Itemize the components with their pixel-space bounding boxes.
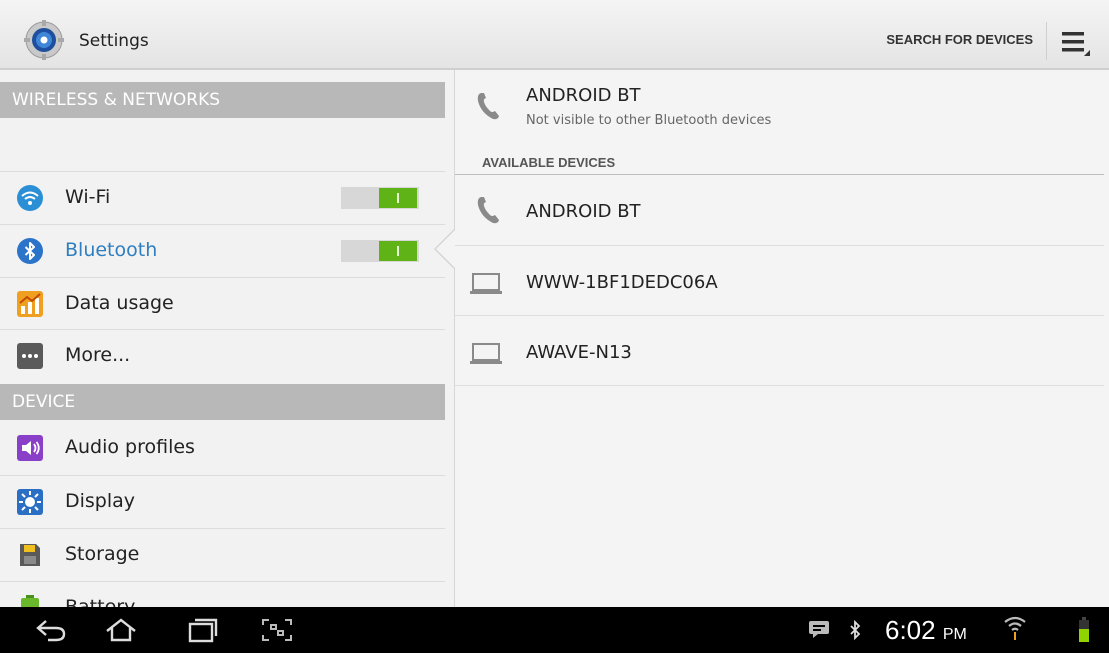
section-header-wireless: WIRELESS & NETWORKS — [0, 82, 445, 118]
settings-list[interactable]: WIRELESS & NETWORKS Wi-Fi Bluetooth Data… — [0, 70, 454, 607]
sidebar-item-label: Data usage — [65, 292, 174, 314]
action-bar: Settings SEARCH FOR DEVICES — [0, 0, 1109, 70]
toggle-knob — [379, 188, 417, 208]
bluetooth-icon — [17, 238, 43, 264]
device-name: ANDROID BT — [526, 85, 641, 106]
audio-profiles-icon — [17, 435, 43, 461]
sidebar-item-label: Display — [65, 490, 136, 512]
sidebar-item-label: Battery — [65, 596, 136, 607]
clock-time: 6:02 — [885, 615, 936, 645]
bluetooth-toggle[interactable] — [341, 240, 419, 262]
settings-app-icon[interactable] — [24, 20, 64, 60]
more-icon — [17, 343, 43, 369]
this-device-row[interactable]: ANDROID BT Not visible to other Bluetoot… — [455, 80, 1104, 140]
screenshot-icon[interactable] — [260, 617, 294, 643]
sidebar-item-data-usage[interactable]: Data usage — [0, 277, 445, 329]
display-icon — [17, 489, 43, 515]
laptop-icon — [470, 343, 502, 364]
sidebar-item-bluetooth[interactable]: Bluetooth — [0, 224, 445, 276]
search-for-devices-button[interactable]: SEARCH FOR DEVICES — [886, 32, 1033, 47]
recent-apps-icon[interactable] — [186, 617, 220, 643]
laptop-icon — [470, 273, 502, 294]
sidebar-item-battery[interactable]: Battery — [0, 581, 445, 607]
row-divider — [455, 385, 1104, 386]
toggle-knob — [379, 241, 417, 261]
device-name: AWAVE-N13 — [526, 342, 632, 363]
device-row-www-1bf1dedc06a[interactable]: WWW-1BF1DEDC06A — [455, 246, 1104, 316]
bluetooth-status-icon — [850, 620, 861, 640]
sidebar-item-more[interactable]: More... — [0, 329, 445, 381]
device-row-android-bt[interactable]: ANDROID BT — [455, 175, 1104, 245]
sidebar-item-label: Wi-Fi — [65, 186, 111, 208]
sidebar-item-wifi[interactable]: Wi-Fi — [0, 171, 445, 223]
sidebar-item-label: Storage — [65, 543, 140, 565]
sidebar-item-audio-profiles[interactable]: Audio profiles — [0, 422, 445, 474]
phone-icon — [477, 93, 499, 120]
actionbar-divider — [1046, 22, 1047, 60]
sidebar-item-label: Audio profiles — [65, 436, 195, 458]
home-icon[interactable] — [104, 617, 138, 643]
overflow-menu-icon[interactable] — [1060, 28, 1092, 60]
sidebar-item-label: Bluetooth — [65, 239, 158, 261]
section-header-device: DEVICE — [0, 384, 445, 420]
notification-message-icon[interactable] — [808, 619, 830, 639]
available-devices-header: AVAILABLE DEVICES — [482, 155, 616, 170]
wifi-icon — [17, 185, 43, 211]
device-name: ANDROID BT — [526, 201, 641, 222]
device-name: WWW-1BF1DEDC06A — [526, 272, 718, 293]
status-clock: 6:02 PM — [885, 615, 967, 646]
sidebar-item-label: More... — [65, 344, 131, 366]
wifi-status-icon — [1004, 616, 1026, 640]
storage-icon — [20, 544, 40, 566]
battery-status-icon — [1079, 617, 1089, 642]
sidebar-item-storage[interactable]: Storage — [0, 528, 445, 580]
back-icon[interactable] — [34, 617, 68, 643]
selection-pointer — [434, 229, 455, 269]
sidebar-item-display[interactable]: Display — [0, 475, 445, 527]
system-nav-bar: 6:02 PM — [0, 607, 1109, 653]
wifi-toggle[interactable] — [341, 187, 419, 209]
app-title: Settings — [79, 31, 149, 51]
battery-icon — [21, 595, 39, 607]
phone-icon — [477, 197, 499, 224]
clock-ampm: PM — [942, 626, 967, 643]
device-row-awave-n13[interactable]: AWAVE-N13 — [455, 316, 1104, 386]
device-visibility-status: Not visible to other Bluetooth devices — [526, 113, 772, 128]
data-usage-icon — [17, 291, 43, 317]
